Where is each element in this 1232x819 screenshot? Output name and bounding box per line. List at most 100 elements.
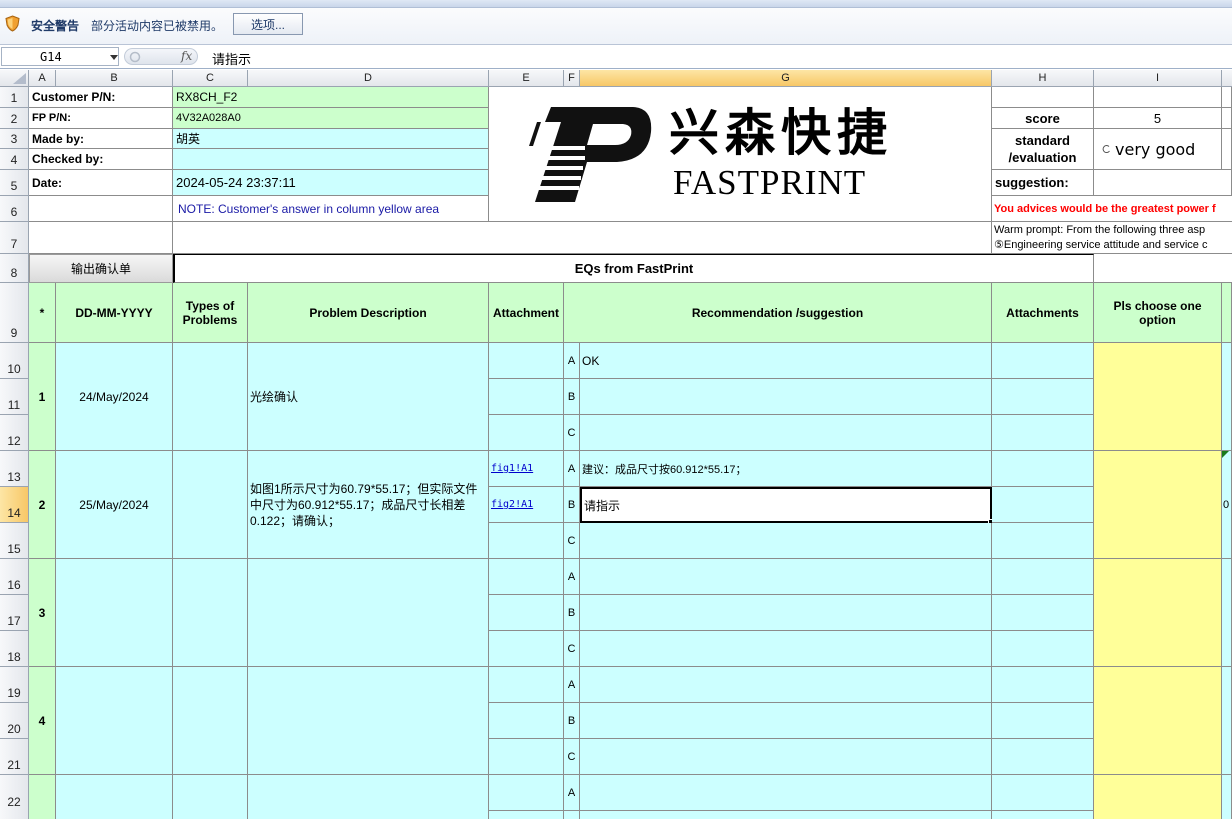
row-header[interactable]: 19 xyxy=(0,667,29,703)
row-header[interactable]: 11 xyxy=(0,379,29,415)
eq-type[interactable] xyxy=(173,667,248,775)
row-header[interactable]: 7 xyxy=(0,222,29,254)
eq-attachment-link[interactable] xyxy=(489,559,564,595)
eq-date[interactable] xyxy=(56,559,173,667)
col-header-e[interactable]: E xyxy=(489,70,564,87)
eq-problem[interactable] xyxy=(248,775,489,819)
row-header[interactable]: 15 xyxy=(0,523,29,559)
option-text[interactable] xyxy=(580,739,992,775)
eq-date[interactable] xyxy=(56,775,173,819)
eq-attachment-link[interactable] xyxy=(489,343,564,379)
option-text[interactable] xyxy=(580,523,992,559)
option-text[interactable] xyxy=(580,415,992,451)
row-header[interactable]: 21 xyxy=(0,739,29,775)
row-header[interactable]: 14 xyxy=(0,487,29,523)
fp-pn-value[interactable]: 4V32A028A0 xyxy=(173,108,489,129)
row-header[interactable]: 8 xyxy=(0,254,29,283)
attachments-cell[interactable] xyxy=(992,523,1094,559)
active-cell-g14[interactable]: 请指示 xyxy=(580,487,992,523)
row-header[interactable]: 10 xyxy=(0,343,29,379)
eq-type[interactable] xyxy=(173,559,248,667)
eq-attachment-link[interactable] xyxy=(489,631,564,667)
attachments-cell[interactable] xyxy=(992,451,1094,487)
row-header[interactable]: 5 xyxy=(0,170,29,196)
row-header[interactable]: 6 xyxy=(0,196,29,222)
row-header[interactable]: 22 xyxy=(0,775,29,819)
eq-attachment-link[interactable]: fig1!A1 xyxy=(489,451,564,487)
attachments-cell[interactable] xyxy=(992,739,1094,775)
eq-problem[interactable]: 光绘确认 xyxy=(248,343,489,451)
eq-attachment-link[interactable]: fig2!A1 xyxy=(489,487,564,523)
option-text[interactable] xyxy=(580,775,992,811)
eq-type[interactable] xyxy=(173,343,248,451)
circle-icon[interactable] xyxy=(129,51,141,63)
col-header-h[interactable]: H xyxy=(992,70,1094,87)
row-header[interactable]: 20 xyxy=(0,703,29,739)
eq-attachment-link[interactable] xyxy=(489,667,564,703)
attachments-cell[interactable] xyxy=(992,559,1094,595)
row-header[interactable]: 12 xyxy=(0,415,29,451)
eq-attachment-link[interactable] xyxy=(489,523,564,559)
row-header[interactable]: 17 xyxy=(0,595,29,631)
attachments-cell[interactable] xyxy=(992,343,1094,379)
option-text[interactable] xyxy=(580,631,992,667)
select-all-corner[interactable] xyxy=(0,70,29,87)
row-header[interactable]: 3 xyxy=(0,129,29,149)
made-by-value[interactable]: 胡英 xyxy=(173,129,489,149)
eq-attachment-link[interactable] xyxy=(489,415,564,451)
eq-date[interactable]: 24/May/2024 xyxy=(56,343,173,451)
name-box[interactable]: G14 xyxy=(1,47,119,66)
eq-type[interactable] xyxy=(173,451,248,559)
option-text[interactable] xyxy=(580,703,992,739)
score-value[interactable]: 5 xyxy=(1094,108,1222,129)
col-header-b[interactable]: B xyxy=(56,70,173,87)
option-text[interactable] xyxy=(580,559,992,595)
chevron-down-icon[interactable] xyxy=(110,55,118,60)
eq-attachment-link[interactable] xyxy=(489,775,564,811)
row-header[interactable]: 16 xyxy=(0,559,29,595)
eq-problem[interactable] xyxy=(248,667,489,775)
row-header[interactable]: 2 xyxy=(0,108,29,129)
col-header-a[interactable]: A xyxy=(29,70,56,87)
choose-option-cell[interactable] xyxy=(1094,667,1222,775)
eq-type[interactable] xyxy=(173,775,248,819)
option-text[interactable] xyxy=(580,667,992,703)
col-header-i[interactable]: I xyxy=(1094,70,1222,87)
attachments-cell[interactable] xyxy=(992,415,1094,451)
formula-input[interactable]: 请指示 xyxy=(212,49,251,68)
eq-date[interactable] xyxy=(56,667,173,775)
option-text[interactable]: 建议：成品尺寸按60.912*55.17； xyxy=(580,451,992,487)
col-header-d[interactable]: D xyxy=(248,70,489,87)
choose-option-cell[interactable] xyxy=(1094,559,1222,667)
option-text[interactable] xyxy=(580,595,992,631)
attachments-cell[interactable] xyxy=(992,487,1094,523)
fx-icon[interactable]: fx xyxy=(181,49,192,63)
suggestion-input[interactable] xyxy=(1094,170,1232,196)
option-text[interactable]: OK xyxy=(580,343,992,379)
col-header-c[interactable]: C xyxy=(173,70,248,87)
choose-option-cell[interactable] xyxy=(1094,451,1222,559)
option-text[interactable] xyxy=(580,379,992,415)
attachments-cell[interactable] xyxy=(992,631,1094,667)
attachments-cell[interactable] xyxy=(992,775,1094,811)
attachments-cell[interactable] xyxy=(992,703,1094,739)
eq-problem[interactable] xyxy=(248,559,489,667)
eq-attachment-link[interactable] xyxy=(489,379,564,415)
eq-problem[interactable]: 如图1所示尺寸为60.79*55.17；但实际文件中尺寸为60.912*55.1… xyxy=(248,451,489,559)
attachments-cell[interactable] xyxy=(992,379,1094,415)
standard-value[interactable]: very good xyxy=(1094,129,1222,170)
col-header-f[interactable]: F xyxy=(564,70,580,87)
radio-icon[interactable] xyxy=(1102,144,1111,154)
eq-attachment-link[interactable] xyxy=(489,739,564,775)
choose-option-cell[interactable] xyxy=(1094,343,1222,451)
customer-pn-value[interactable]: RX8CH_F2 xyxy=(173,87,489,108)
row-header[interactable]: 4 xyxy=(0,149,29,170)
choose-option-cell[interactable] xyxy=(1094,775,1222,819)
row-header[interactable]: 9 xyxy=(0,283,29,343)
eq-attachment-link[interactable] xyxy=(489,595,564,631)
eq-date[interactable]: 25/May/2024 xyxy=(56,451,173,559)
attachments-cell[interactable] xyxy=(992,595,1094,631)
row-header[interactable]: 1 xyxy=(0,87,29,108)
attachments-cell[interactable] xyxy=(992,667,1094,703)
eq-attachment-link[interactable] xyxy=(489,703,564,739)
